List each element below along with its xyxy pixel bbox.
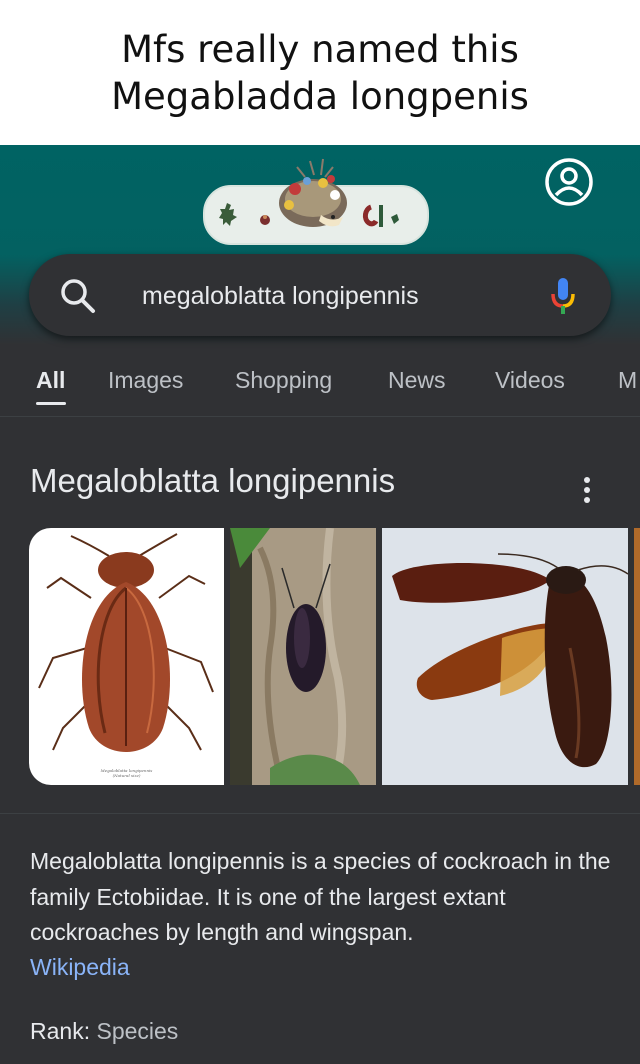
cockroach-wings-spread-art [382,528,628,785]
cockroach-illustration-art [38,533,214,752]
meme-caption-line-2: Megabladda longpenis [111,74,529,118]
tab-news[interactable]: News [388,364,446,396]
wikipedia-link[interactable]: Wikipedia [30,950,130,986]
search-input[interactable] [142,276,502,316]
account-circle-icon[interactable] [544,157,594,207]
knowledge-panel-images: Megaloblatta longipennis (Natural size) [29,528,640,785]
microphone-icon[interactable] [549,276,577,316]
rank-row: Rank: Species [30,1014,178,1050]
tab-videos[interactable]: Videos [495,364,565,396]
image-cockroach-on-bark[interactable] [230,528,376,785]
tabs-divider [0,416,640,417]
active-tab-indicator [36,402,66,405]
tab-more-partial[interactable]: M [618,364,637,396]
knowledge-panel-description: Megaloblatta longipennis is a species of… [30,848,611,945]
more-options-icon[interactable] [578,475,596,505]
knowledge-panel-divider [0,813,640,814]
image-cockroach-wings-spread[interactable] [382,528,628,785]
rank-value[interactable]: Species [96,1018,178,1044]
tab-shopping[interactable]: Shopping [235,364,332,396]
search-icon[interactable] [58,276,98,316]
rank-label: Rank: [30,1018,91,1044]
image-partial[interactable] [634,528,640,785]
tab-images[interactable]: Images [108,364,183,396]
hedgehog-doodle-art [279,158,347,227]
image-cockroach-illustration[interactable]: Megaloblatta longipennis (Natural size) [29,528,224,785]
meme-caption: Mfs really named this Megabladda longpen… [0,0,640,145]
illustration-subcaption: (Natural size) [112,773,141,778]
search-tabs: All Images Shopping News Videos M [0,364,640,408]
tab-all[interactable]: All [36,364,65,396]
knowledge-panel-title: Megaloblatta longipennis [30,462,396,499]
cockroach-on-bark-art [230,528,376,785]
meme-caption-line-1: Mfs really named this [121,27,519,71]
